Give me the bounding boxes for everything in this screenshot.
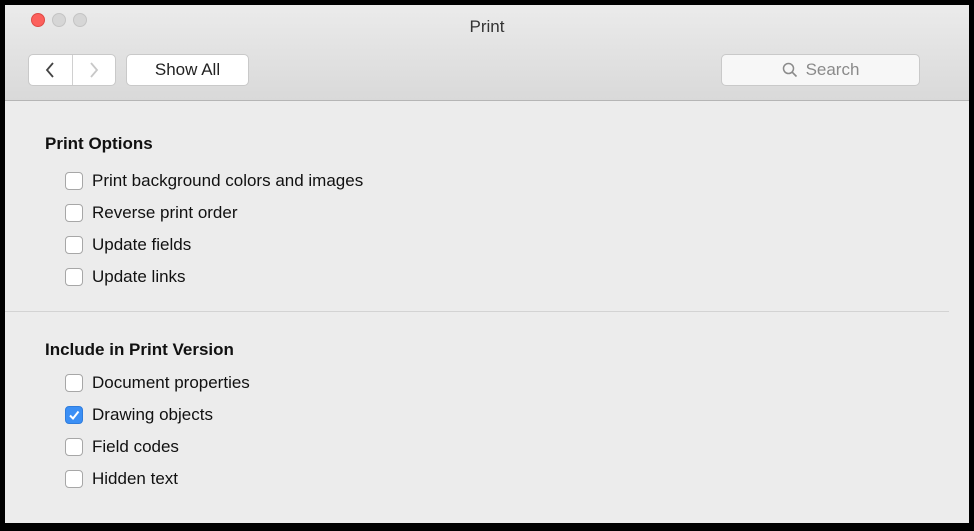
option-label: Hidden text: [92, 469, 178, 488]
search-icon: [782, 62, 797, 78]
checkbox[interactable]: [65, 470, 83, 488]
search-field[interactable]: Search: [721, 54, 920, 86]
title-bar: Print Show All Search: [5, 5, 969, 101]
option-label: Field codes: [92, 437, 179, 456]
search-placeholder: Search: [805, 60, 860, 79]
window-title: Print: [469, 17, 505, 36]
option-print-background[interactable]: Print background colors and images: [65, 169, 363, 193]
print-options-heading: Print Options: [45, 134, 153, 153]
forward-button[interactable]: [71, 55, 116, 85]
checkbox[interactable]: [65, 438, 83, 456]
option-reverse-print-order[interactable]: Reverse print order: [65, 201, 238, 225]
option-update-links[interactable]: Update links: [65, 265, 186, 289]
option-update-fields[interactable]: Update fields: [65, 233, 191, 257]
option-field-codes[interactable]: Field codes: [65, 435, 179, 459]
chevron-right-icon: [90, 62, 98, 78]
option-hidden-text[interactable]: Hidden text: [65, 467, 178, 491]
checkbox[interactable]: [65, 236, 83, 254]
option-label: Print background colors and images: [92, 171, 364, 190]
checkmark-icon: [69, 410, 80, 421]
option-label: Reverse print order: [92, 203, 238, 222]
option-label: Document properties: [92, 373, 250, 392]
show-all-button[interactable]: Show All: [126, 54, 249, 86]
option-document-properties[interactable]: Document properties: [65, 371, 250, 395]
checkbox[interactable]: [65, 172, 83, 190]
section-divider: [5, 311, 949, 312]
checkbox[interactable]: [65, 204, 83, 222]
checkbox[interactable]: [65, 374, 83, 392]
option-label: Update links: [92, 267, 186, 286]
chevron-left-icon: [46, 62, 54, 78]
preferences-window: Print Show All Search Print Options Prin…: [5, 5, 969, 523]
screen-frame: Print Show All Search Print Options Prin…: [0, 0, 974, 531]
include-in-print-heading: Include in Print Version: [45, 340, 234, 359]
option-drawing-objects[interactable]: Drawing objects: [65, 403, 213, 427]
checkbox[interactable]: [65, 268, 83, 286]
option-label: Update fields: [92, 235, 192, 254]
navigation-buttons: [28, 54, 116, 86]
checkbox-checked[interactable]: [65, 406, 83, 424]
option-label: Drawing objects: [92, 405, 213, 424]
back-button[interactable]: [29, 55, 72, 85]
